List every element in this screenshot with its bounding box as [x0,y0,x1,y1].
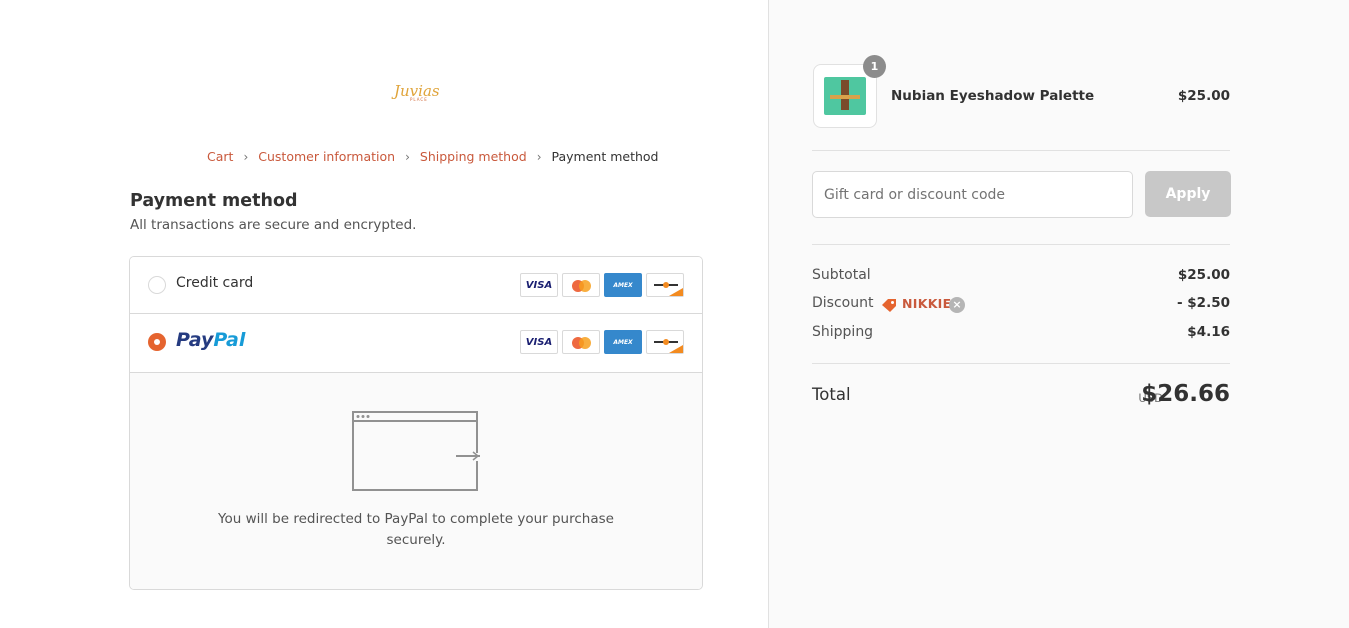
quantity-badge: 1 [863,55,886,78]
discount-label: Discount [812,295,874,311]
checkout-main: Juvias PLACE Cart › Customer information… [0,0,768,628]
apply-discount-button[interactable]: Apply [1145,171,1231,217]
credit-card-label[interactable]: Credit card [176,275,253,291]
tag-icon [882,299,896,312]
credit-card-radio[interactable] [148,276,166,294]
mastercard-icon [562,273,600,297]
card-logos: VISA AMEX [520,273,684,297]
payment-method-subtitle: All transactions are secure and encrypte… [130,217,417,233]
breadcrumb-customer-information[interactable]: Customer information [258,149,395,164]
amex-icon: AMEX [604,273,642,297]
discount-code-input[interactable] [812,171,1133,218]
chevron-right-icon: › [243,149,249,164]
mastercard-icon [562,330,600,354]
payment-method-title: Payment method [130,191,298,211]
visa-icon: VISA [520,273,558,297]
discount-code-tag: NIKKIE [902,296,952,311]
chevron-right-icon: › [536,149,542,164]
paypal-radio[interactable] [148,333,166,351]
order-summary: 1 Nubian Eyeshadow Palette $25.00 Apply … [768,0,1349,628]
breadcrumb-cart[interactable]: Cart [207,149,233,164]
discount-value: - $2.50 [1176,295,1230,311]
browser-redirect-icon [352,411,480,491]
discover-icon [646,330,684,354]
payment-option-paypal[interactable]: PayPal VISA AMEX [130,314,702,373]
payment-options: Credit card VISA AMEX PayPal VISA AMEX Y… [129,256,703,590]
discover-icon [646,273,684,297]
paypal-redirect-panel: You will be redirected to PayPal to comp… [130,373,702,589]
subtotal-value: $25.00 [1177,267,1230,283]
chevron-right-icon: › [405,149,410,164]
store-logo[interactable]: Juvias PLACE [386,76,446,108]
divider [812,363,1230,364]
product-image [824,77,866,115]
amex-icon: AMEX [604,330,642,354]
redirect-message: You will be redirected to PayPal to comp… [218,511,614,548]
total-label: Total [812,385,851,404]
total-value: $26.66 [1141,381,1230,407]
product-name: Nubian Eyeshadow Palette [891,88,1095,104]
shipping-label: Shipping [812,324,874,340]
visa-icon: VISA [520,330,558,354]
paypal-logo[interactable]: PayPal [176,329,245,351]
divider [812,244,1230,245]
card-logos: VISA AMEX [520,330,684,354]
breadcrumb-shipping-method[interactable]: Shipping method [420,149,527,164]
remove-discount-icon[interactable]: × [949,297,965,313]
logo-subtext: PLACE [410,97,428,102]
product-price: $25.00 [1177,88,1230,104]
shipping-value: $4.16 [1187,324,1230,340]
subtotal-label: Subtotal [812,267,871,283]
breadcrumb-payment-method: Payment method [551,149,659,164]
divider [812,150,1230,151]
breadcrumb: Cart › Customer information › Shipping m… [207,149,658,164]
payment-option-credit-card[interactable]: Credit card VISA AMEX [130,257,702,314]
